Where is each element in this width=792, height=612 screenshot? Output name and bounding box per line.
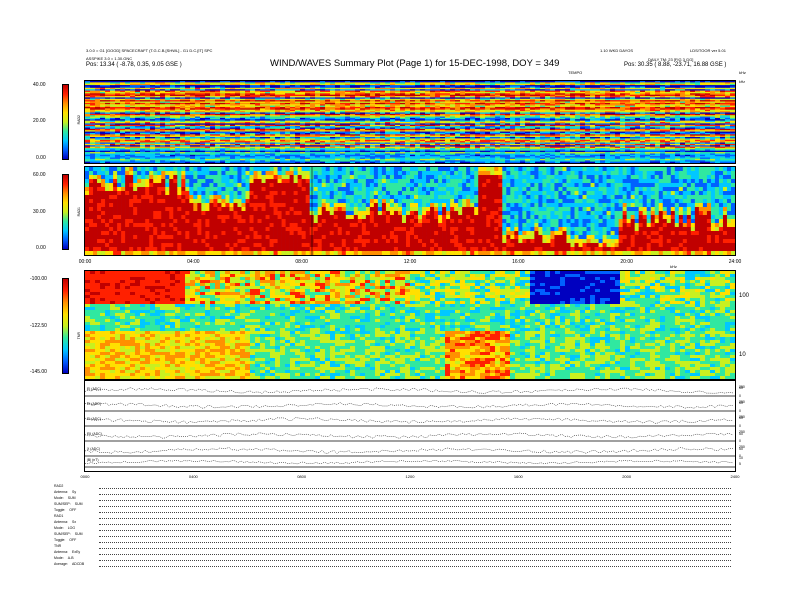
header-right-line2: LDS/TOOR ver 5.01	[690, 48, 726, 53]
rad2-spectrogram	[84, 80, 736, 164]
rad2-label: RAD2	[77, 115, 81, 125]
header-left-line1: 3.0.0 = G1 [GOOD] SPACECRAFT (T.G.C.B.[S…	[86, 48, 213, 53]
position-right-top: kHz	[739, 70, 746, 75]
rad2-tick-min: 0.00	[36, 155, 46, 161]
rad2-spectrogram-plot	[85, 81, 735, 163]
page-title: WIND/WAVES Summary Plot (Page 1) for 15-…	[270, 58, 560, 69]
rad2-tick-max: 40.00	[33, 82, 46, 88]
header-left-line2: ASSPIKE 3.0 = 1.30.GNC	[86, 56, 133, 61]
rad2-colorbar	[62, 84, 69, 160]
rad2-tick-mid: 20.00	[33, 118, 46, 124]
header-right-line1: 1.10 WKD DAYOS	[600, 48, 634, 53]
position-right: Pos: 30.35 ( 8.88, -23.71, 16.88 GSE )	[624, 62, 727, 68]
position-left: Pos: 13.34 ( -8.78, 0.35, 9.05 GSE )	[86, 62, 182, 68]
position-left-top: TEMPO	[568, 70, 583, 75]
